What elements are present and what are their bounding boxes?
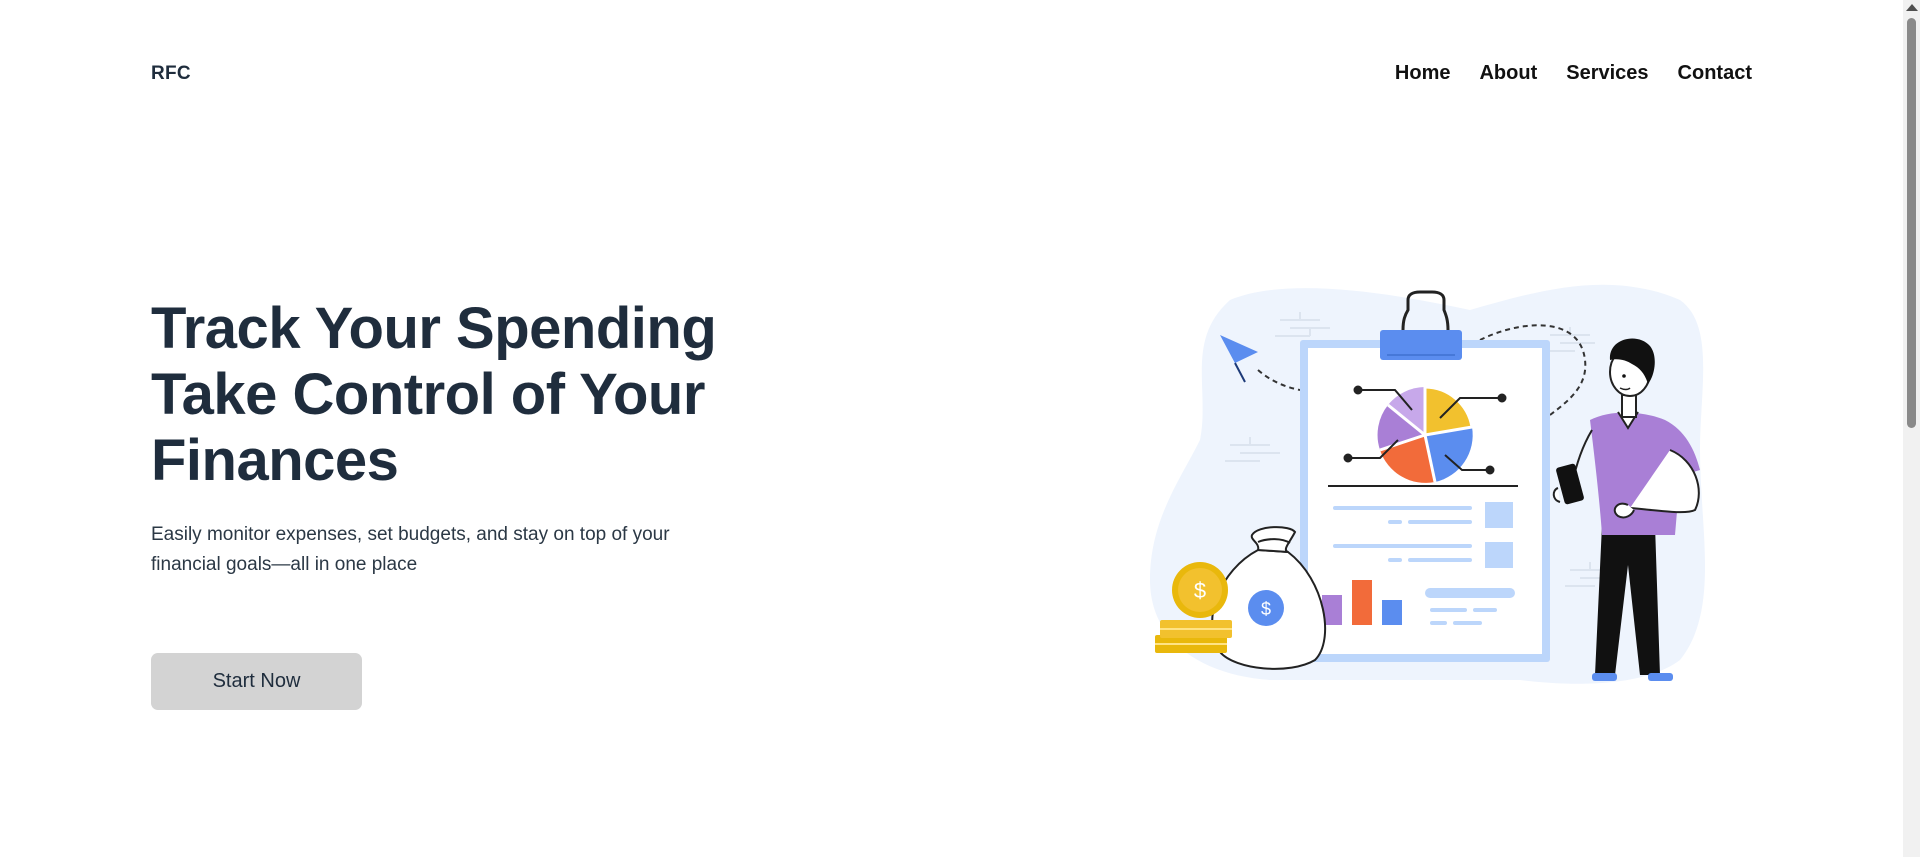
hero-title-line: Track Your Spending <box>151 296 717 361</box>
nav-about-link[interactable]: About <box>1479 62 1537 85</box>
hero-title: Track Your Spending Take Control of Your… <box>151 296 791 494</box>
scrollbar-thumb[interactable] <box>1907 18 1916 428</box>
svg-text:$: $ <box>1261 599 1271 619</box>
pie-chart-icon <box>1377 385 1474 483</box>
hero-subtitle: Easily monitor expenses, set budgets, an… <box>151 520 711 580</box>
hero-title-line: Finances <box>151 428 399 493</box>
hero-subtitle-line: Easily monitor expenses, set budgets, an… <box>151 524 670 545</box>
nav-services-link[interactable]: Services <box>1566 62 1648 85</box>
scroll-up-arrow-icon[interactable] <box>1906 4 1918 11</box>
nav-home-link[interactable]: Home <box>1395 62 1451 85</box>
landing-page: RFC Home About Services Contact Track Yo… <box>0 0 1920 857</box>
main-nav: Home About Services Contact <box>1395 62 1752 85</box>
finance-illustration: $ $ <box>1150 284 1705 684</box>
svg-text:$: $ <box>1194 578 1206 603</box>
nav-contact-link[interactable]: Contact <box>1678 62 1752 85</box>
vertical-scrollbar[interactable] <box>1903 0 1920 857</box>
start-now-button[interactable]: Start Now <box>151 653 362 710</box>
logo[interactable]: RFC <box>151 63 191 85</box>
hero-subtitle-line: financial goals—all in one place <box>151 554 418 575</box>
hero-title-line: Take Control of Your <box>151 362 705 427</box>
